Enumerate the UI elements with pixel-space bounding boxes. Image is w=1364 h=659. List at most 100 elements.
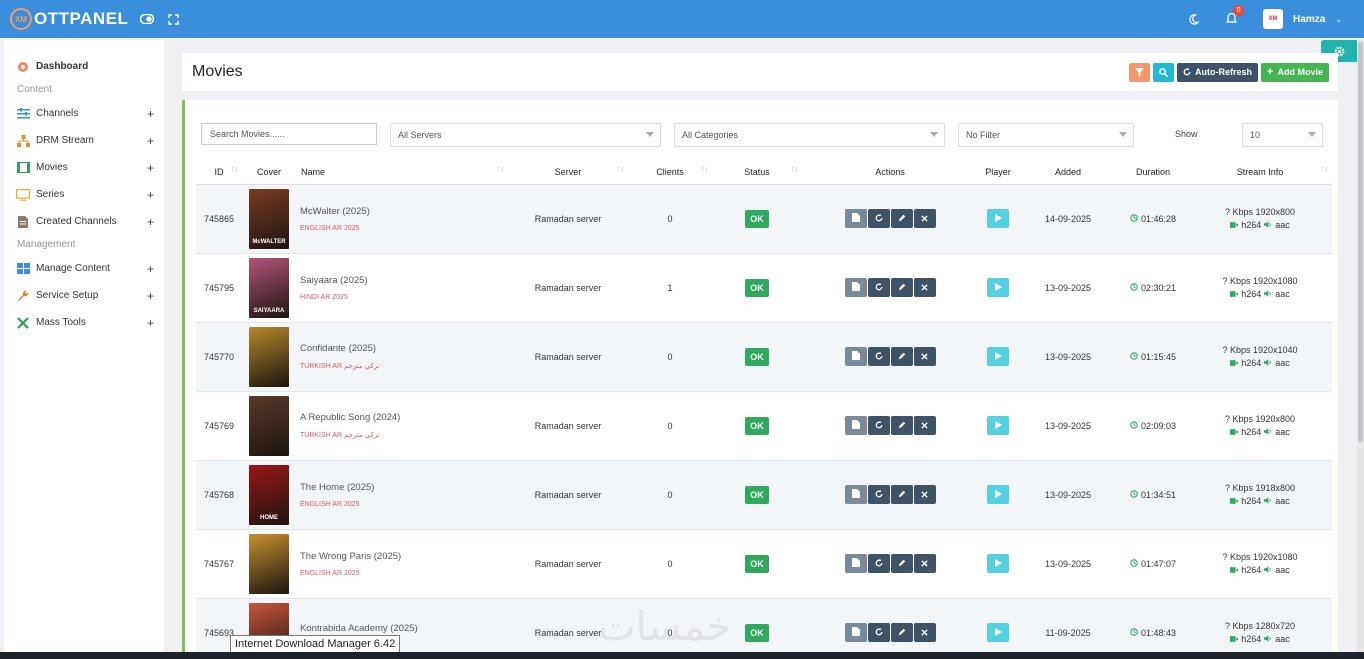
edit-button[interactable]: [890, 554, 913, 573]
delete-button[interactable]: [913, 278, 936, 297]
notification-bell[interactable]: 0: [1225, 4, 1245, 27]
movie-name[interactable]: McWalter (2025): [300, 206, 508, 217]
column-header[interactable]: Clients ↑↓: [628, 160, 712, 185]
search-button[interactable]: [1153, 62, 1175, 82]
movie-category: HINDI AR 2025: [300, 293, 348, 301]
sidebar-item-service-setup[interactable]: Service Setup +: [4, 282, 164, 309]
username[interactable]: Hamza: [1293, 14, 1325, 25]
status-filter-select[interactable]: No Filter: [958, 123, 1134, 147]
details-button[interactable]: [844, 623, 867, 642]
restart-button[interactable]: [867, 554, 890, 573]
search-input[interactable]: Search Movies......: [201, 123, 377, 145]
movie-name[interactable]: A Republic Song (2024): [300, 412, 508, 423]
sidebar-item-channels[interactable]: Channels +: [4, 100, 164, 127]
movie-name[interactable]: The Home (2025): [300, 482, 508, 493]
column-header[interactable]: Server ↑↓: [508, 160, 628, 185]
edit-button[interactable]: [890, 278, 913, 297]
video-icon: [1230, 496, 1239, 506]
sidebar-toggle-icon[interactable]: [140, 12, 155, 26]
play-button[interactable]: [987, 554, 1009, 573]
sidebar-item-created-channels[interactable]: Created Channels +: [4, 208, 164, 235]
app-logo[interactable]: XM OTTPANEL: [10, 8, 128, 30]
details-button[interactable]: [844, 209, 867, 228]
dark-mode-icon[interactable]: [1186, 12, 1200, 26]
add-movie-button[interactable]: + Add Movie: [1261, 62, 1329, 82]
delete-button[interactable]: [913, 347, 936, 366]
sidebar-item-dashboard[interactable]: Dashboard: [4, 53, 164, 80]
delete-button[interactable]: [913, 623, 936, 642]
play-button[interactable]: [987, 347, 1009, 366]
restart-button[interactable]: [867, 209, 890, 228]
delete-button[interactable]: [913, 485, 936, 504]
column-header[interactable]: Duration: [1118, 160, 1188, 185]
movie-name[interactable]: Saiyaara (2025): [300, 275, 508, 286]
movie-duration: 01:15:45: [1140, 351, 1177, 362]
expand-icon[interactable]: +: [147, 107, 154, 121]
pencil-icon: [898, 352, 906, 362]
movie-cover[interactable]: SAIYAARA: [249, 257, 289, 318]
details-button[interactable]: [844, 554, 867, 573]
sidebar-item-drm-stream[interactable]: DRM Stream +: [4, 127, 164, 154]
movie-cover[interactable]: [249, 395, 289, 456]
play-button[interactable]: [987, 278, 1009, 297]
chevron-down-icon[interactable]: ⌄: [1335, 15, 1342, 24]
movie-name[interactable]: The Wrong Paris (2025): [300, 551, 508, 562]
filter-bar: Search Movies...... All Servers All Cate…: [185, 123, 1338, 147]
logo-mark: XM: [10, 8, 32, 30]
movie-cover[interactable]: McWALTER: [249, 188, 289, 249]
play-button[interactable]: [987, 209, 1009, 228]
edit-button[interactable]: [890, 416, 913, 435]
delete-button[interactable]: [913, 209, 936, 228]
restart-button[interactable]: [867, 278, 890, 297]
details-button[interactable]: [844, 347, 867, 366]
expand-icon[interactable]: +: [147, 188, 154, 202]
column-header[interactable]: Name ↑↓: [296, 160, 508, 185]
column-header[interactable]: Status ↑↓: [712, 160, 802, 185]
expand-icon[interactable]: +: [147, 262, 154, 276]
column-header[interactable]: ID ↑↓: [196, 160, 242, 185]
scrollbar-thumb[interactable]: [1358, 42, 1363, 442]
expand-icon[interactable]: +: [147, 134, 154, 148]
play-button[interactable]: [987, 485, 1009, 504]
expand-icon[interactable]: +: [147, 161, 154, 175]
refresh-icon: [875, 420, 883, 431]
edit-button[interactable]: [890, 623, 913, 642]
delete-button[interactable]: [913, 416, 936, 435]
expand-icon[interactable]: +: [147, 215, 154, 229]
fullscreen-icon[interactable]: [166, 12, 180, 26]
edit-button[interactable]: [890, 347, 913, 366]
details-button[interactable]: [844, 278, 867, 297]
delete-button[interactable]: [913, 554, 936, 573]
edit-button[interactable]: [890, 485, 913, 504]
expand-icon[interactable]: +: [147, 316, 154, 330]
details-button[interactable]: [844, 416, 867, 435]
movie-name[interactable]: Confidante (2025): [300, 343, 508, 354]
movie-cover[interactable]: HOME: [249, 464, 289, 525]
filter-button[interactable]: [1129, 62, 1151, 82]
restart-button[interactable]: [867, 347, 890, 366]
restart-button[interactable]: [867, 485, 890, 504]
restart-button[interactable]: [867, 623, 890, 642]
movie-cover[interactable]: [249, 326, 289, 387]
sidebar-item-movies[interactable]: Movies +: [4, 154, 164, 181]
play-button[interactable]: [987, 623, 1009, 642]
avatar[interactable]: XM: [1263, 9, 1284, 29]
expand-icon[interactable]: +: [147, 289, 154, 303]
category-select[interactable]: All Categories: [674, 123, 945, 147]
restart-button[interactable]: [867, 416, 890, 435]
edit-button[interactable]: [890, 209, 913, 228]
server-select[interactable]: All Servers: [390, 123, 661, 147]
column-header[interactable]: Added: [1018, 160, 1118, 185]
sidebar-item-series[interactable]: Series +: [4, 181, 164, 208]
sidebar-item-manage-content[interactable]: Manage Content +: [4, 255, 164, 282]
details-button[interactable]: [844, 485, 867, 504]
page-size-select[interactable]: 10: [1242, 123, 1323, 147]
movie-name[interactable]: Kontrabida Academy (2025): [300, 623, 508, 634]
page-size-value: 10: [1250, 130, 1261, 140]
sidebar-item-mass-tools[interactable]: Mass Tools +: [4, 309, 164, 336]
column-header[interactable]: Stream Info ↑↓: [1188, 160, 1332, 185]
play-button[interactable]: [987, 416, 1009, 435]
audio-icon: [1264, 634, 1272, 644]
auto-refresh-button[interactable]: Auto-Refresh: [1177, 62, 1259, 82]
movie-cover[interactable]: [249, 533, 289, 594]
